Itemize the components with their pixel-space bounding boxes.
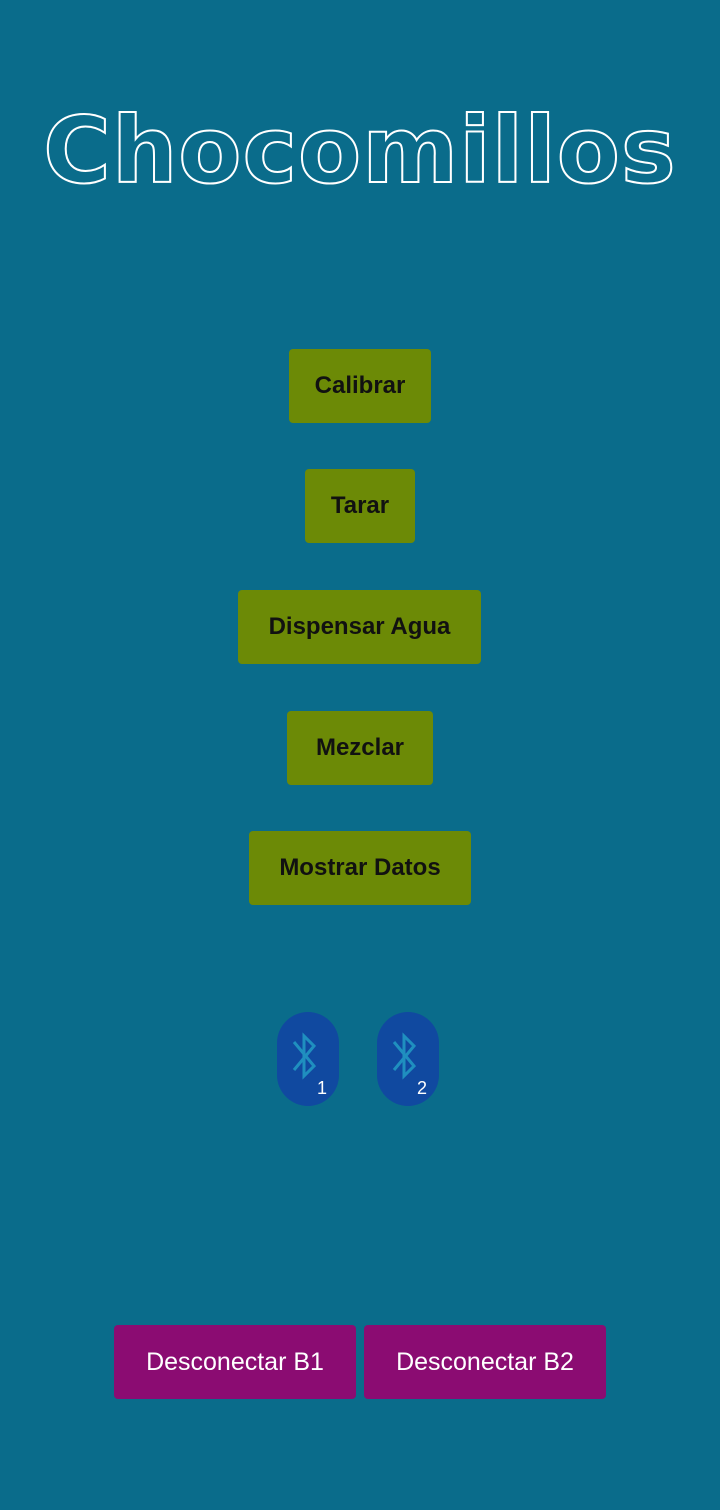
- app-title-text: Chocomillos: [43, 100, 676, 200]
- bluetooth-1-button[interactable]: 1: [277, 1012, 339, 1106]
- bluetooth-icon: [292, 1032, 317, 1080]
- bluetooth-2-button[interactable]: 2: [377, 1012, 439, 1106]
- dispensar-agua-button[interactable]: Dispensar Agua: [238, 590, 481, 664]
- bluetooth-1-number: 1: [317, 1078, 328, 1098]
- mostrar-datos-button[interactable]: Mostrar Datos: [249, 831, 471, 905]
- bluetooth-icon: [392, 1032, 417, 1080]
- desconectar-b2-button[interactable]: Desconectar B2: [364, 1325, 606, 1399]
- desconectar-b1-button[interactable]: Desconectar B1: [114, 1325, 356, 1399]
- app-title: Chocomillos: [0, 100, 720, 200]
- tarar-button[interactable]: Tarar: [305, 469, 415, 543]
- mezclar-button[interactable]: Mezclar: [287, 711, 433, 785]
- calibrar-button[interactable]: Calibrar: [289, 349, 431, 423]
- bluetooth-2-number: 2: [417, 1078, 428, 1098]
